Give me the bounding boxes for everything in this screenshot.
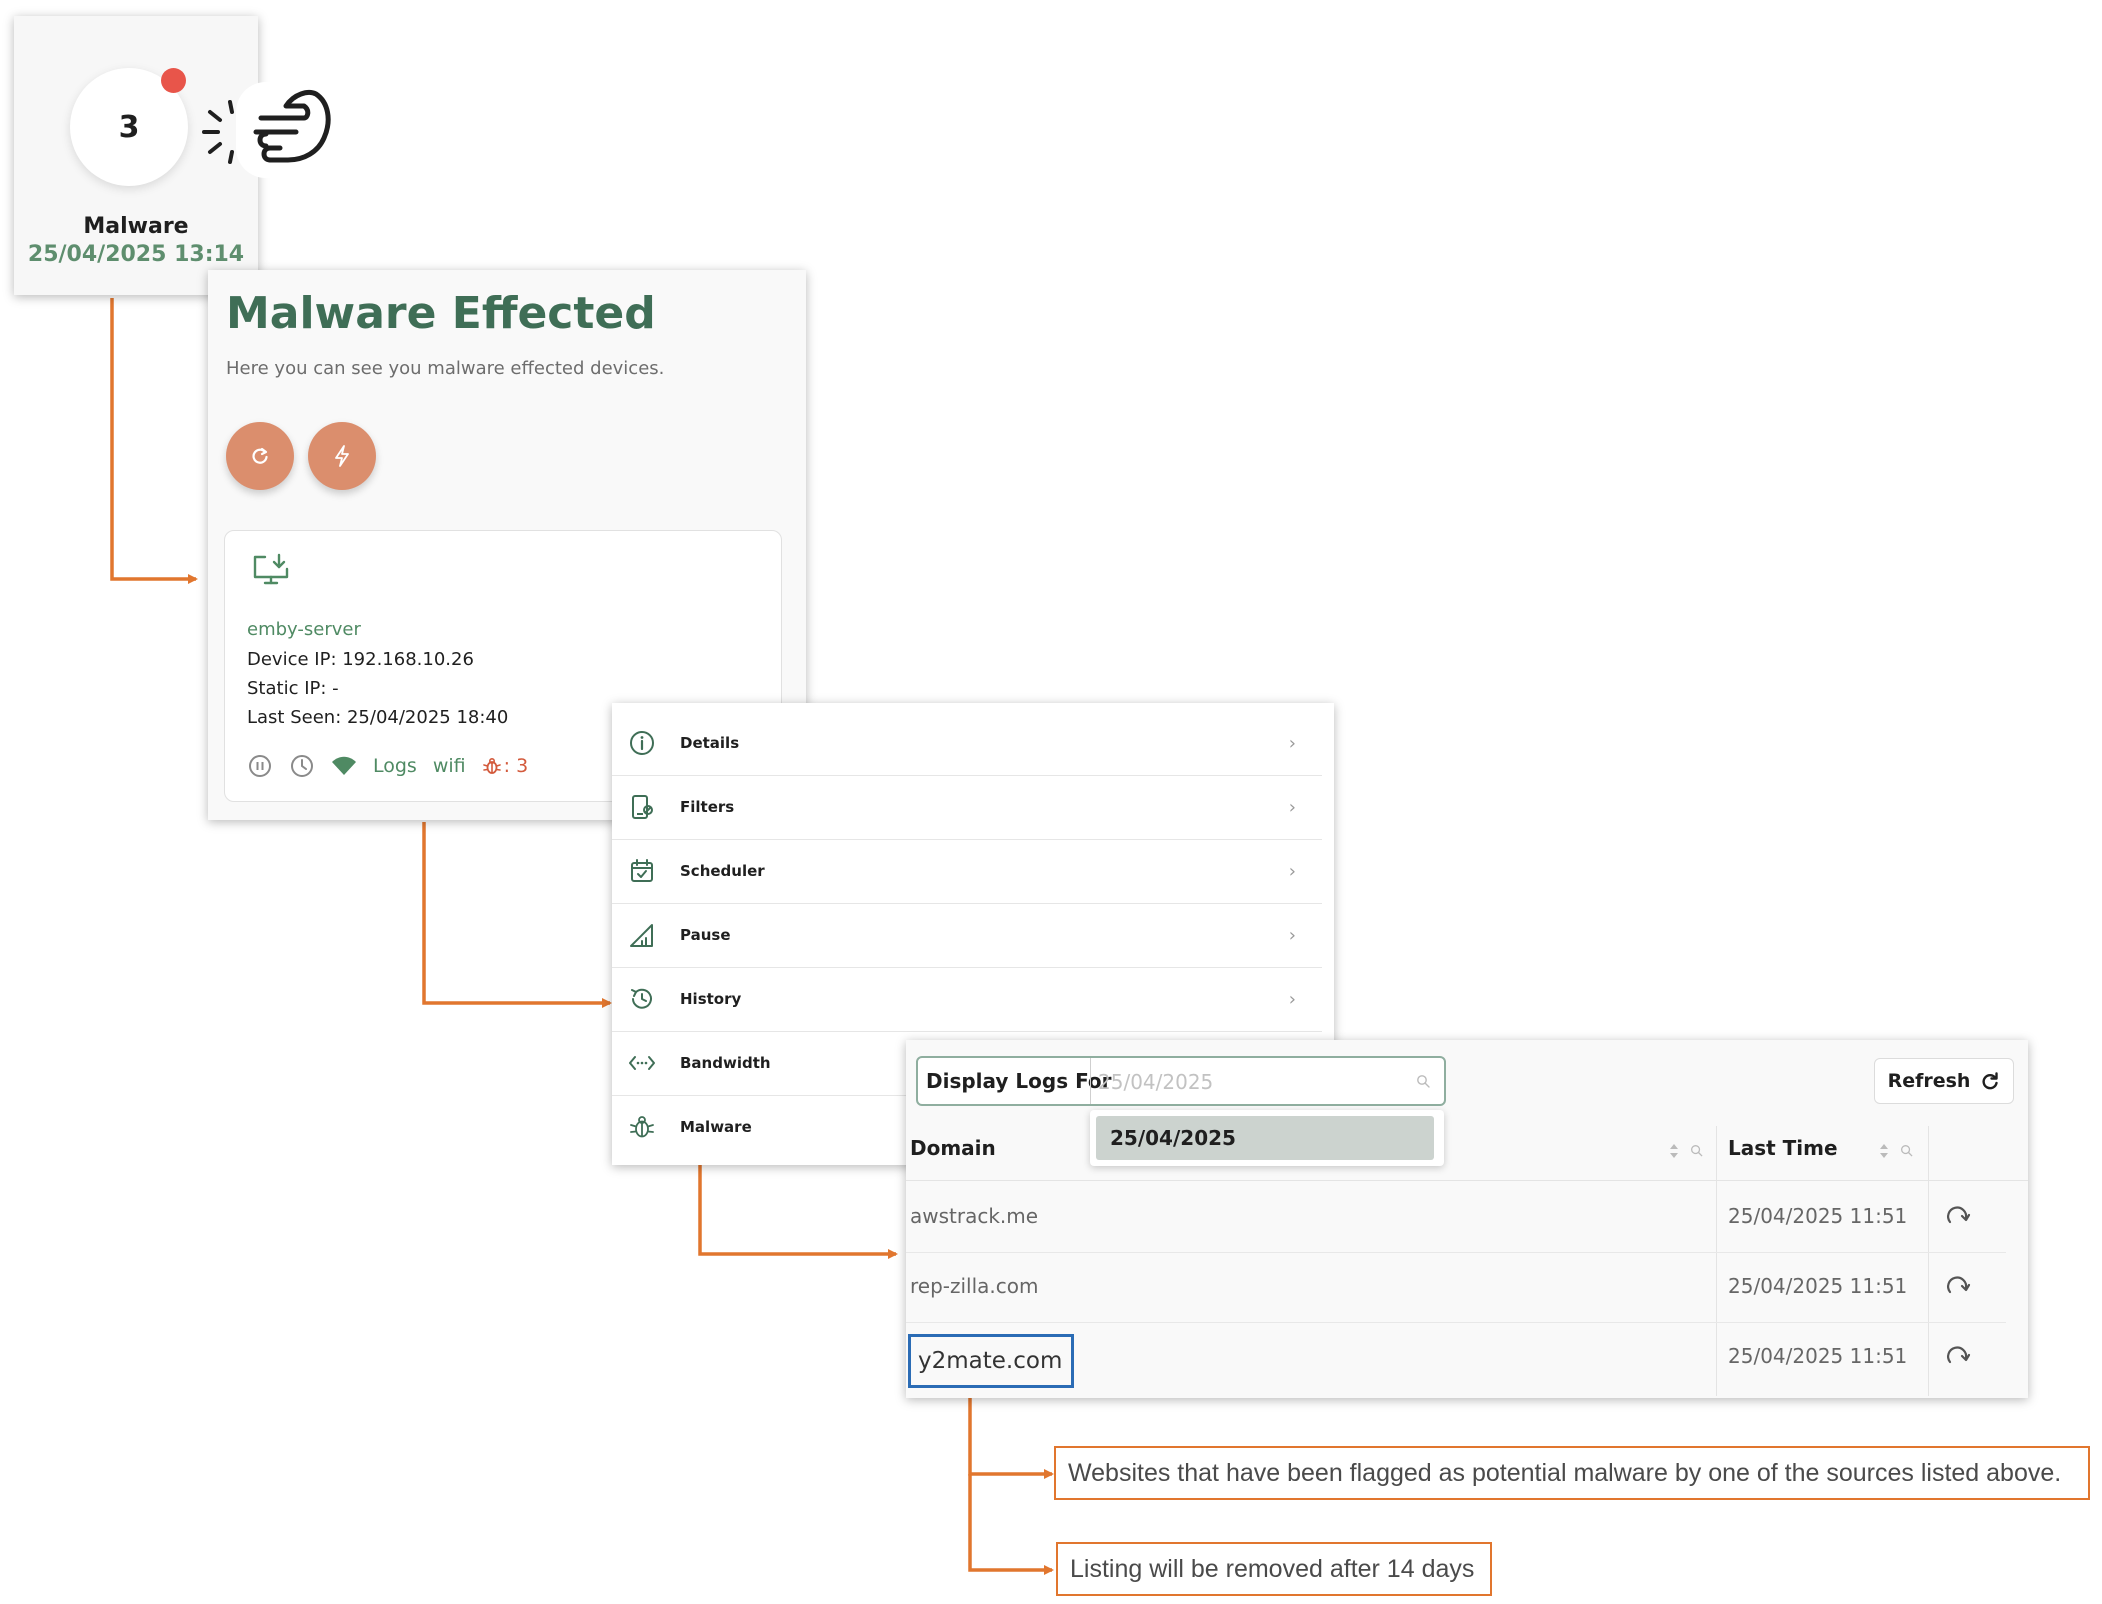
report-icon[interactable] <box>1944 1202 1972 1230</box>
chevron-right-icon: › <box>1288 796 1296 818</box>
dropdown-option[interactable]: 25/04/2025 <box>1096 1116 1434 1160</box>
column-header-domain[interactable]: Domain <box>910 1136 996 1160</box>
widget-timestamp: 25/04/2025 13:14 <box>27 242 245 267</box>
report-icon[interactable] <box>1944 1342 1972 1370</box>
menu-item-details[interactable]: Details › <box>612 711 1322 776</box>
malware-count-text: : 3 <box>503 755 529 777</box>
domain-cell: awstrack.me <box>910 1204 1039 1228</box>
date-filter: Display Logs For <box>916 1056 1446 1106</box>
connector-y2mate-to-flagged <box>968 1394 1054 1479</box>
search-icon[interactable] <box>1416 1074 1430 1088</box>
table-row[interactable]: awstrack.me 25/04/2025 11:51 <box>906 1182 2006 1253</box>
filter-icon <box>632 795 653 819</box>
device-ip: Device IP: 192.168.10.26 <box>247 649 474 670</box>
header-divider <box>906 1180 2028 1181</box>
page-subtitle: Here you can see you malware effected de… <box>226 358 665 379</box>
sort-icon[interactable] <box>1668 1142 1680 1160</box>
menu-item-label: Pause <box>680 926 731 944</box>
menu-item-label: Bandwidth <box>680 1054 771 1072</box>
menu-item-label: Malware <box>680 1118 752 1136</box>
menu-item-pause[interactable]: Pause › <box>612 903 1322 968</box>
quick-action-button[interactable] <box>308 422 376 490</box>
bug-icon <box>630 1116 654 1138</box>
history-icon <box>631 988 652 1009</box>
column-search-icon[interactable] <box>1900 1144 1913 1157</box>
menu-item-label: Details <box>680 734 740 752</box>
device-actions: Logs wifi : 3 <box>247 753 528 779</box>
lightning-icon <box>335 445 349 467</box>
last-seen: Last Seen: 25/04/2025 18:40 <box>247 707 509 728</box>
notification-dot <box>161 68 186 93</box>
logs-refresh-button[interactable]: Refresh <box>1874 1058 2014 1104</box>
menu-item-label: History <box>680 990 742 1008</box>
clock-icon[interactable] <box>289 753 315 779</box>
device-name[interactable]: emby-server <box>247 619 361 640</box>
connector-y2mate-to-removal <box>968 1474 1054 1575</box>
last-time-cell: 25/04/2025 11:51 <box>1728 1274 1908 1298</box>
chevron-right-icon: › <box>1288 988 1296 1010</box>
refresh-label: Refresh <box>1887 1070 1971 1092</box>
static-ip: Static IP: - <box>247 678 339 699</box>
info-icon <box>630 731 654 755</box>
report-icon[interactable] <box>1944 1272 1972 1300</box>
menu-item-filters[interactable]: Filters › <box>612 775 1322 840</box>
calendar-icon <box>631 859 653 882</box>
signal-icon <box>630 924 653 947</box>
menu-item-scheduler[interactable]: Scheduler › <box>612 839 1322 904</box>
table-row[interactable]: rep-zilla.com 25/04/2025 11:51 <box>906 1252 2006 1323</box>
refresh-icon <box>252 447 268 464</box>
chevron-right-icon: › <box>1288 732 1296 754</box>
domain-cell: rep-zilla.com <box>910 1274 1039 1298</box>
callout-removal: Listing will be removed after 14 days <box>1056 1542 1492 1596</box>
connector-widget-to-device <box>110 298 198 584</box>
chevron-right-icon: › <box>1288 860 1296 882</box>
refresh-icon <box>1982 1072 1999 1090</box>
wifi-label: wifi <box>432 755 466 777</box>
menu-item-label: Scheduler <box>680 862 765 880</box>
menu-item-label: Filters <box>680 798 735 816</box>
monitor-download-icon <box>253 553 289 585</box>
malware-logs-panel: Display Logs For Refresh Domain Last Tim… <box>906 1040 2028 1398</box>
menu-item-history[interactable]: History › <box>612 967 1322 1032</box>
pointing-hand-icon <box>202 82 336 178</box>
last-time-cell: 25/04/2025 11:51 <box>1728 1344 1908 1368</box>
filter-divider <box>1090 1058 1091 1104</box>
wifi-icon[interactable] <box>331 753 357 779</box>
callout-flagged: Websites that have been flagged as poten… <box>1054 1446 2090 1500</box>
page-title: Malware Effected <box>226 288 656 339</box>
last-time-cell: 25/04/2025 11:51 <box>1728 1204 1908 1228</box>
sort-icon[interactable] <box>1878 1142 1890 1160</box>
date-input[interactable] <box>1096 1062 1420 1102</box>
column-search-icon[interactable] <box>1690 1144 1703 1157</box>
malware-count[interactable]: : 3 <box>482 755 529 777</box>
date-dropdown: 25/04/2025 <box>1090 1110 1444 1166</box>
widget-label: Malware <box>83 214 189 239</box>
refresh-button[interactable] <box>226 422 294 490</box>
chevron-right-icon: › <box>1288 924 1296 946</box>
column-header-last-time[interactable]: Last Time <box>1728 1136 1838 1160</box>
pause-icon[interactable] <box>247 753 273 779</box>
bug-icon <box>482 757 501 774</box>
logs-link[interactable]: Logs <box>373 755 417 777</box>
domain-highlight <box>908 1334 1074 1388</box>
bandwidth-icon <box>629 1056 655 1070</box>
connector-device-to-history <box>422 822 612 1008</box>
filter-label: Display Logs For <box>926 1069 1112 1093</box>
